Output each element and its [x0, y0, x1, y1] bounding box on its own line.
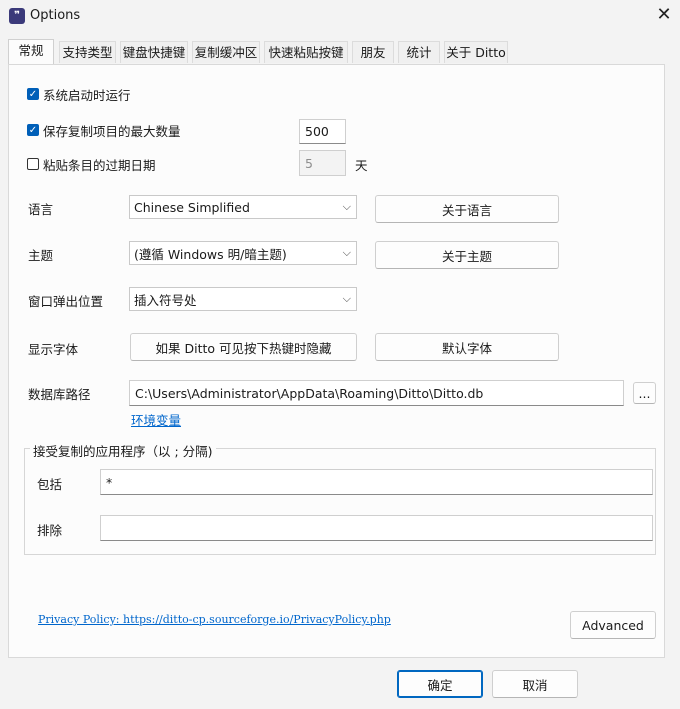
- startup-checkbox[interactable]: ✓: [27, 88, 39, 100]
- db-path-label: 数据库路径: [28, 387, 91, 402]
- chevron-down-icon: ⌵: [342, 246, 351, 259]
- tab-friends[interactable]: 朋友: [352, 41, 394, 63]
- expire-checkbox[interactable]: [27, 158, 39, 170]
- tab-quick-paste-keys[interactable]: 快速粘贴按键: [264, 41, 348, 63]
- theme-label: 主题: [28, 248, 54, 263]
- expire-unit: 天: [355, 158, 368, 173]
- chevron-down-icon: ⌵: [342, 200, 351, 213]
- startup-label: 系统启动时运行: [43, 88, 131, 103]
- db-path-input[interactable]: C:\Users\Administrator\AppData\Roaming\D…: [129, 380, 624, 406]
- max-saved-checkbox[interactable]: ✓: [27, 124, 39, 136]
- privacy-policy-link[interactable]: Privacy Policy: https://ditto-cp.sourcef…: [38, 613, 391, 626]
- exclude-label: 排除: [37, 523, 63, 538]
- about-language-button[interactable]: 关于语言: [375, 195, 559, 223]
- expire-label: 粘贴条目的过期日期: [43, 158, 156, 173]
- include-label: 包括: [37, 477, 63, 492]
- popup-position-select[interactable]: 插入符号处 ⌵: [129, 287, 357, 311]
- language-value: Chinese Simplified: [134, 199, 250, 215]
- include-input[interactable]: *: [100, 469, 653, 495]
- hide-on-hotkey-button[interactable]: 如果 Ditto 可见按下热键时隐藏: [130, 333, 357, 361]
- max-saved-label: 保存复制项目的最大数量: [43, 124, 181, 139]
- exclude-input[interactable]: [100, 515, 653, 541]
- theme-select[interactable]: (遵循 Windows 明/暗主题) ⌵: [129, 241, 357, 265]
- env-vars-link[interactable]: 环境变量: [131, 410, 181, 429]
- tab-stats[interactable]: 统计: [398, 41, 440, 63]
- language-select[interactable]: Chinese Simplified ⌵: [129, 195, 357, 219]
- advanced-button[interactable]: Advanced: [570, 611, 656, 639]
- display-font-label: 显示字体: [28, 342, 79, 357]
- theme-value: (遵循 Windows 明/暗主题): [134, 246, 287, 262]
- tab-keyboard-shortcuts[interactable]: 键盘快捷键: [120, 41, 188, 63]
- cancel-button[interactable]: 取消: [492, 670, 578, 698]
- tab-general[interactable]: 常规: [8, 39, 54, 64]
- max-saved-input[interactable]: 500: [299, 119, 346, 144]
- about-theme-button[interactable]: 关于主题: [375, 241, 559, 269]
- close-icon[interactable]: ✕: [654, 5, 674, 25]
- tab-about[interactable]: 关于 Ditto: [444, 41, 508, 63]
- accepted-apps-title: 接受复制的应用程序（以 ; 分隔): [30, 441, 216, 460]
- popup-position-value: 插入符号处: [134, 292, 197, 308]
- default-font-button[interactable]: 默认字体: [375, 333, 559, 361]
- ok-button[interactable]: 确定: [397, 670, 483, 698]
- popup-position-label: 窗口弹出位置: [28, 294, 104, 309]
- browse-button[interactable]: ...: [633, 382, 656, 404]
- expire-days-input[interactable]: 5: [299, 150, 346, 176]
- window-title: Options: [30, 8, 81, 23]
- chevron-down-icon: ⌵: [342, 292, 351, 305]
- tab-supported-types[interactable]: 支持类型: [59, 41, 116, 63]
- tab-copy-buffers[interactable]: 复制缓冲区: [192, 41, 260, 63]
- ditto-app-icon: ❞: [9, 8, 25, 24]
- title-bar: [0, 0, 680, 32]
- language-label: 语言: [28, 202, 54, 217]
